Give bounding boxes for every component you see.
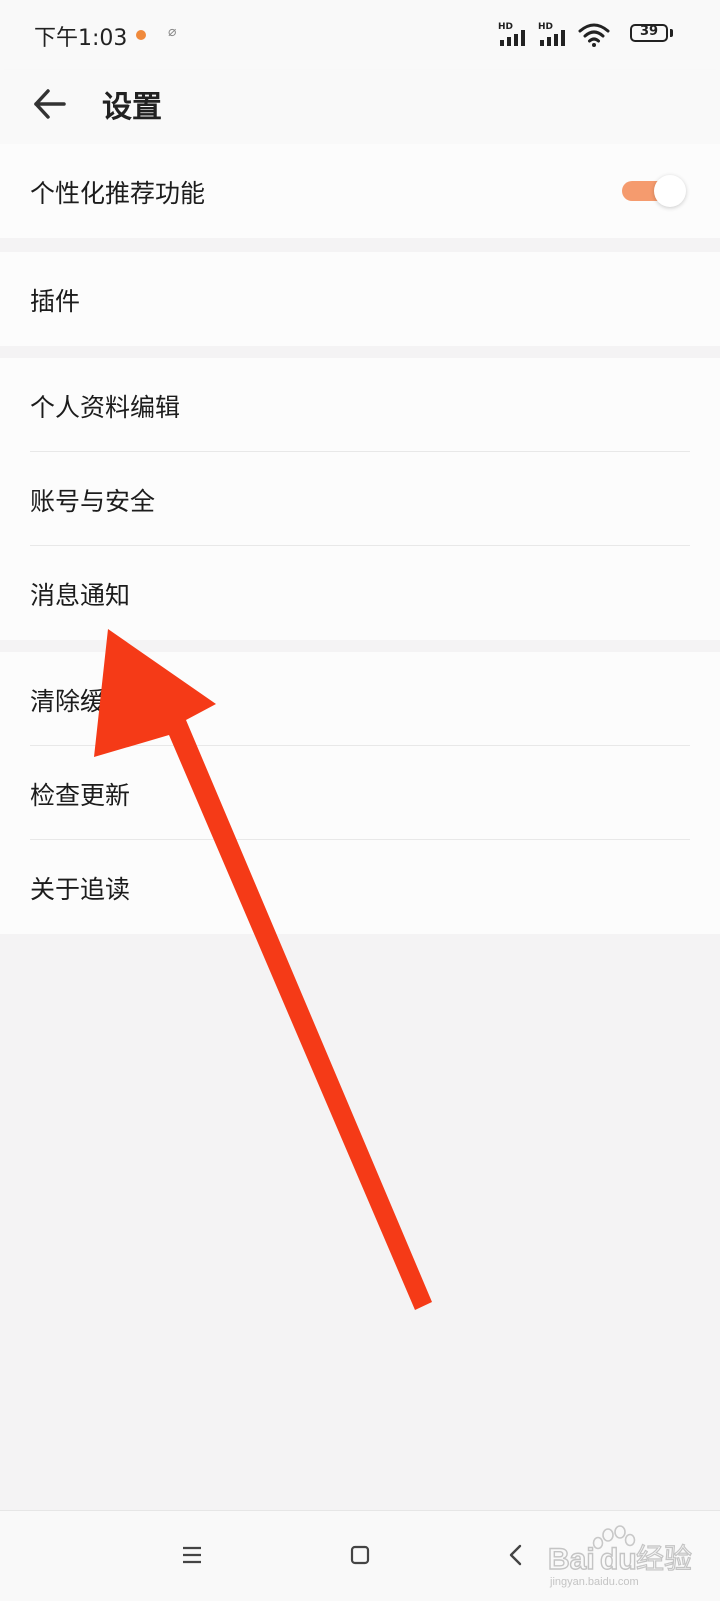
watermark-url: jingyan.baidu.com: [549, 1576, 639, 1588]
settings-card-personalized: 个性化推荐功能: [0, 144, 720, 238]
personalized-recommendation-toggle[interactable]: [622, 175, 690, 207]
settings-card-plugins: 插件: [0, 252, 720, 346]
setting-row-message-notification[interactable]: 消息通知: [0, 546, 720, 640]
home-square-icon[interactable]: [338, 1533, 382, 1577]
setting-row-check-update[interactable]: 检查更新: [0, 746, 720, 840]
setting-row-personalized-recommendation[interactable]: 个性化推荐功能: [0, 144, 720, 238]
app-header: 设置: [0, 70, 720, 144]
settings-card-account: 个人资料编辑 账号与安全 消息通知: [0, 358, 720, 640]
app-notification-icon: [136, 30, 146, 40]
watermark-suffix: 经验: [636, 1542, 692, 1575]
setting-label: 插件: [30, 287, 81, 316]
setting-label: 消息通知: [30, 581, 131, 610]
menu-icon[interactable]: [170, 1533, 214, 1577]
signal-1-icon: [500, 30, 525, 46]
toggle-knob: [654, 175, 686, 207]
link-icon: ⌀: [168, 24, 177, 40]
watermark-brand: Bai: [548, 1543, 595, 1576]
setting-label: 检查更新: [30, 781, 131, 810]
setting-row-clear-cache[interactable]: 清除缓存: [0, 652, 720, 746]
status-time: 下午1:03: [34, 26, 128, 51]
setting-label: 关于追读: [30, 875, 131, 904]
setting-label: 账号与安全: [30, 487, 156, 516]
setting-row-about[interactable]: 关于追读: [0, 840, 720, 934]
signal-2-icon: [540, 30, 565, 46]
wifi-icon: [578, 23, 610, 47]
battery-level: 39: [639, 24, 659, 39]
setting-row-profile-edit[interactable]: 个人资料编辑: [0, 358, 720, 452]
back-chevron-icon[interactable]: [494, 1533, 538, 1577]
setting-label: 清除缓存: [30, 687, 131, 716]
settings-card-app: 清除缓存 检查更新 关于追读: [0, 652, 720, 934]
setting-label: 个人资料编辑: [30, 393, 181, 422]
baidu-jingyan-watermark: Bai du 经验 jingyan.baidu.com: [548, 1525, 693, 1588]
setting-row-account-security[interactable]: 账号与安全: [0, 452, 720, 546]
back-arrow-icon[interactable]: [30, 84, 70, 124]
setting-row-plugins[interactable]: 插件: [0, 252, 720, 346]
system-nav-bar: Bai du 经验 jingyan.baidu.com: [0, 1510, 720, 1601]
watermark-brand-2: du: [600, 1543, 637, 1576]
page-title: 设置: [102, 90, 162, 125]
battery-icon: 39: [630, 24, 668, 42]
setting-label: 个性化推荐功能: [30, 179, 206, 208]
status-bar: 下午1:03 ⌀ HD HD 39: [0, 0, 720, 70]
battery-cap: [670, 29, 673, 37]
